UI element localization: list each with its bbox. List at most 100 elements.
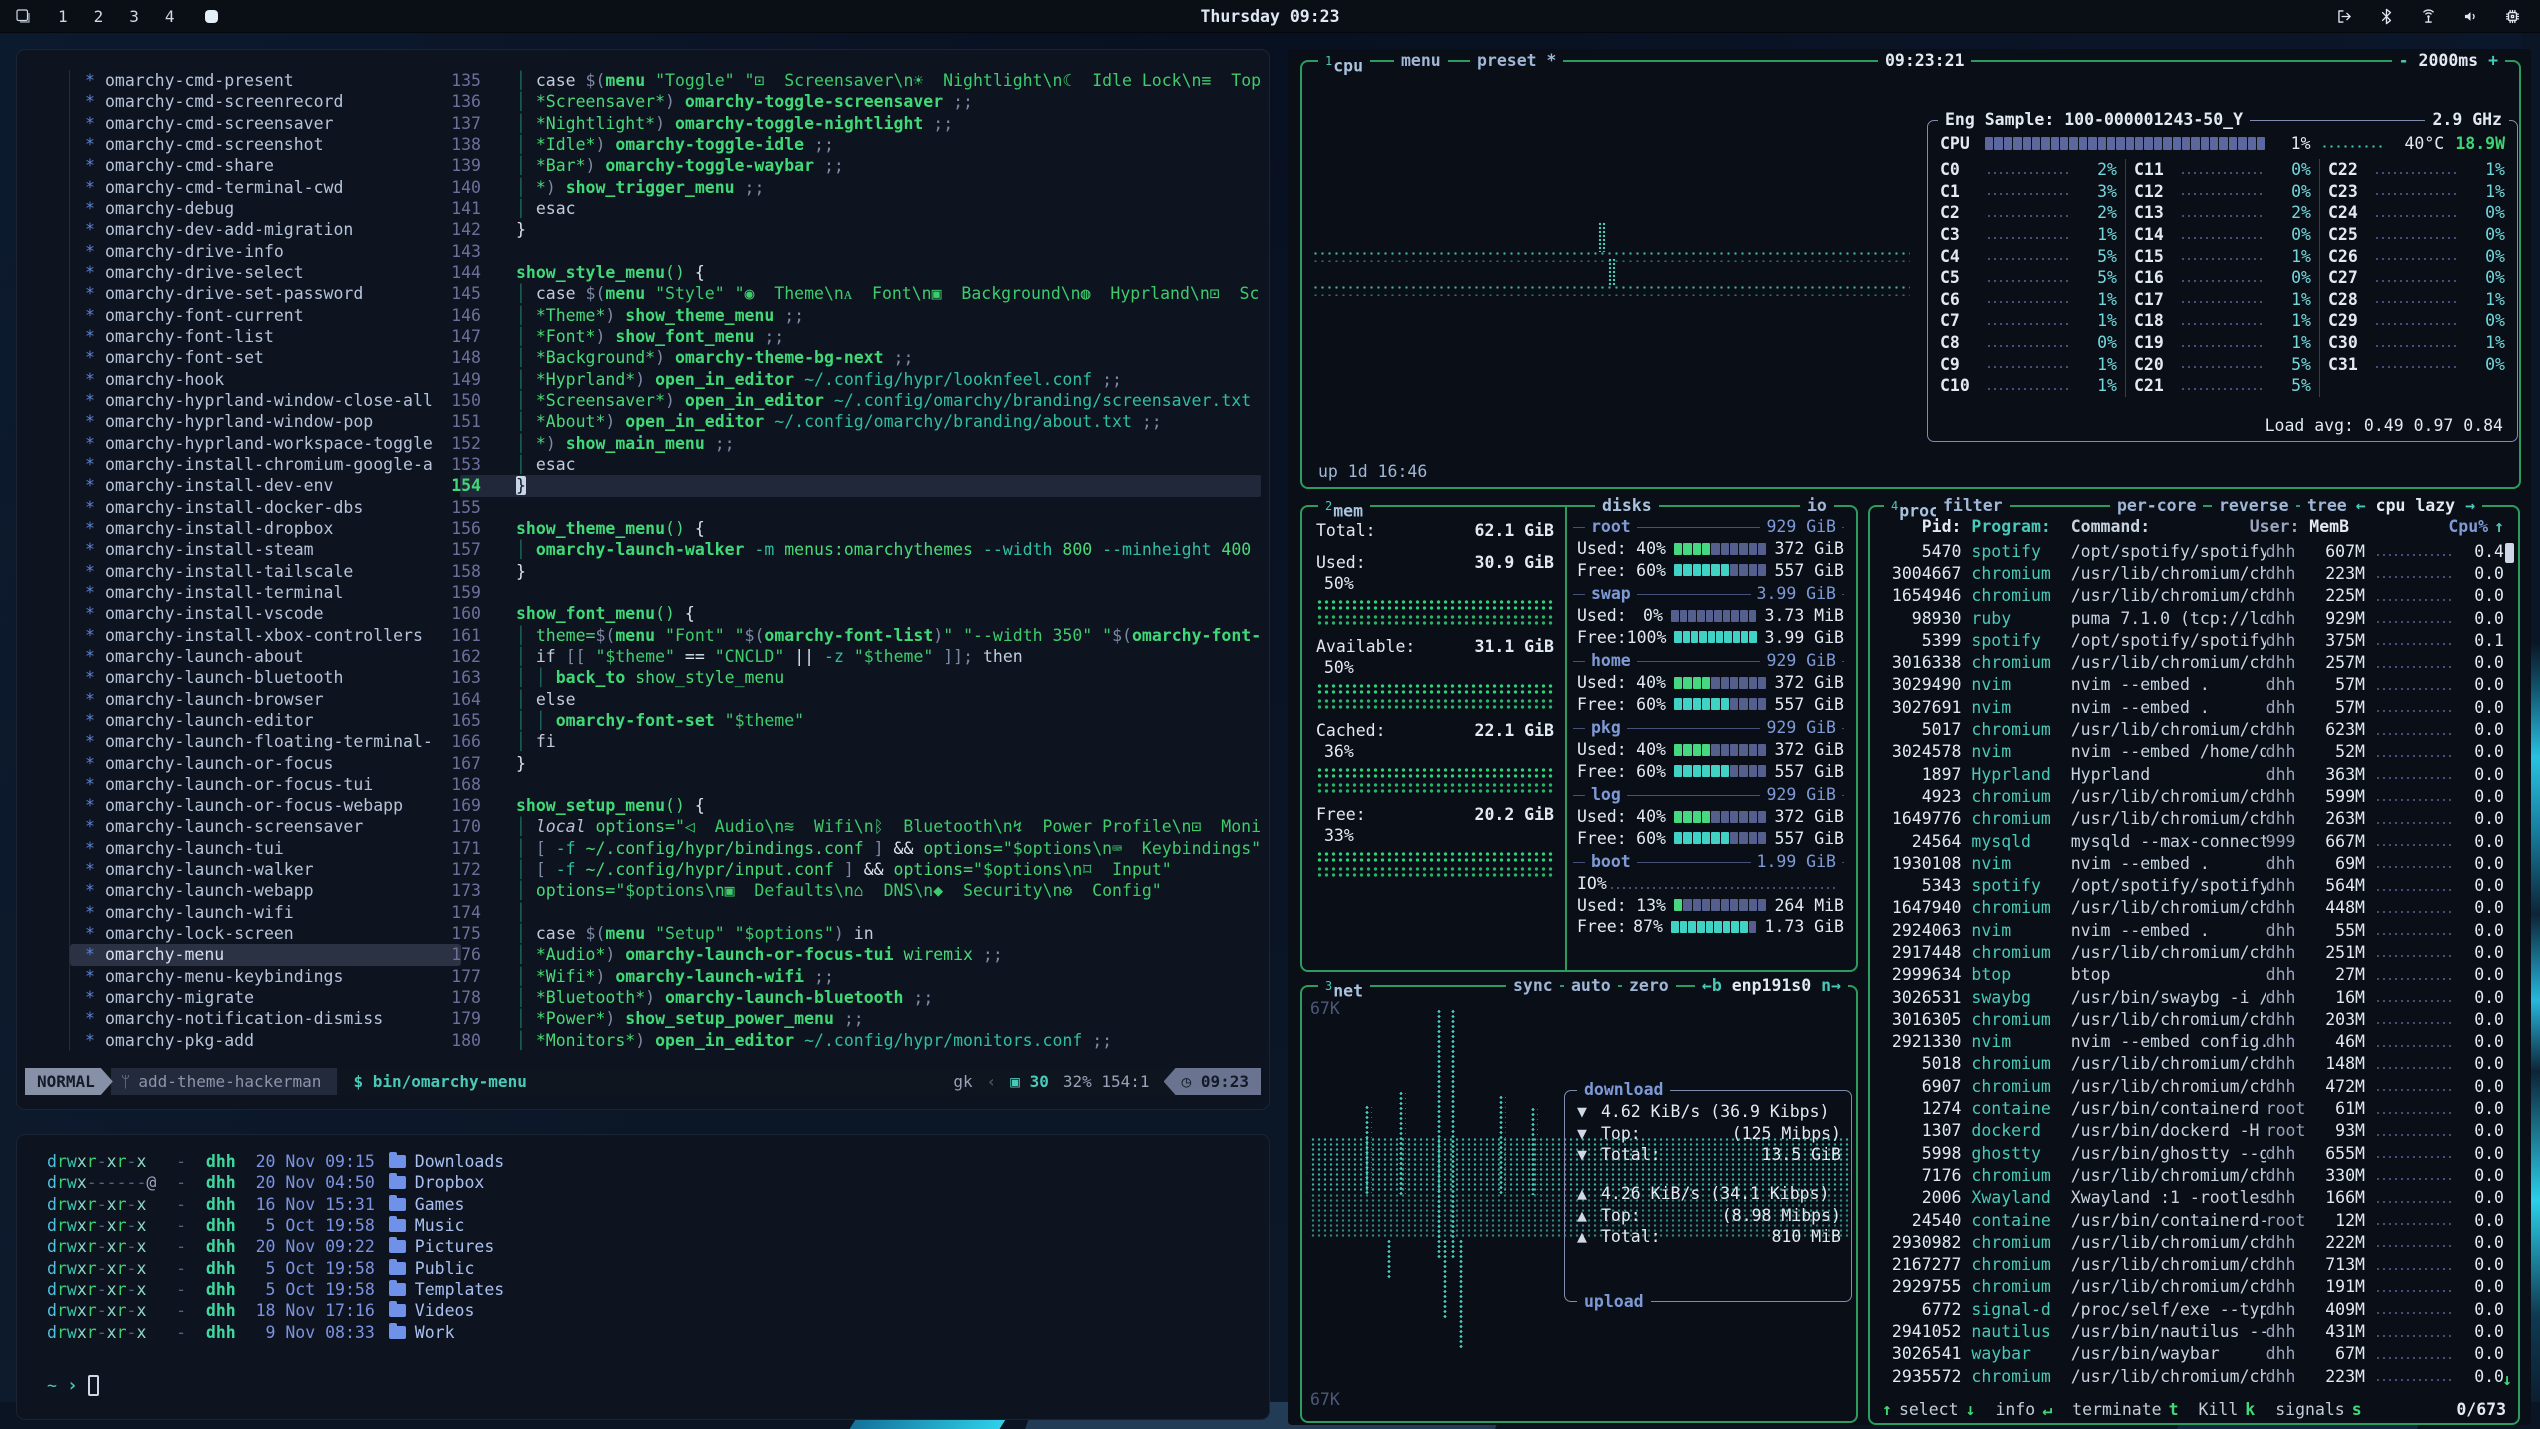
code-line[interactable]: 165│ │ omarchy-font-set "$theme" <box>17 710 1261 731</box>
process-row[interactable]: 1274containe/usr/bin/containerdroot61M0.… <box>1882 1097 2504 1119</box>
footer-action[interactable]: Killk <box>2199 1400 2256 1419</box>
code-line[interactable]: 147│ *Font*) show_font_menu ;; <box>17 326 1261 347</box>
bluetooth-icon[interactable] <box>2377 7 2396 26</box>
process-row[interactable]: 5343spotify/opt/spotify/spotifydhh564M0.… <box>1882 874 2504 896</box>
process-row[interactable]: 1930108nvimnvim --embed .dhh69M0.0 <box>1882 852 2504 874</box>
process-row[interactable]: 2167277chromium/usr/lib/chromium/chromdh… <box>1882 1254 2504 1276</box>
process-row[interactable]: 5017chromium/usr/lib/chromium/chromdhh62… <box>1882 718 2504 740</box>
code-line[interactable]: 149│ *Hyprland*) open_in_editor ~/.confi… <box>17 369 1261 390</box>
cpu-panel-title[interactable]: 1cpu <box>1318 50 1370 72</box>
code-line[interactable]: 150│ *Screensaver*) open_in_editor ~/.co… <box>17 390 1261 411</box>
code-line[interactable]: 146│ *Theme*) show_theme_menu ;; <box>17 305 1261 326</box>
code-line[interactable]: 158} <box>17 561 1261 582</box>
process-row[interactable]: 2941052nautilus/usr/bin/nautilus --gapdh… <box>1882 1320 2504 1342</box>
directory-name[interactable]: Dropbox <box>415 1172 485 1193</box>
process-row[interactable]: 6772signal-d/proc/self/exe --type=rdhh40… <box>1882 1298 2504 1320</box>
code-line[interactable]: 139│ *Bar*) omarchy-toggle-waybar ;; <box>17 155 1261 176</box>
code-line[interactable]: 168 <box>17 774 1261 795</box>
process-row[interactable]: 2935572chromium/usr/lib/chromium/chromdh… <box>1882 1365 2504 1387</box>
process-row[interactable]: 2917448chromium/usr/lib/chromium/chromdh… <box>1882 941 2504 963</box>
process-row[interactable]: 24540containe/usr/bin/containerd-shiroot… <box>1882 1209 2504 1231</box>
tree-button[interactable]: tree <box>2300 495 2354 517</box>
code-line[interactable]: 155 <box>17 497 1261 518</box>
preset-button[interactable]: preset * <box>1470 50 1563 72</box>
menu-button[interactable]: menu <box>1394 50 1448 72</box>
code-line[interactable]: 161│ theme=$(menu "Font" "$(omarchy-font… <box>17 625 1261 646</box>
code-line[interactable]: 179│ *Power*) show_setup_power_menu ;; <box>17 1008 1261 1029</box>
code-line[interactable]: 145│ case $(menu "Style" "◉ Theme\nᴀ Fon… <box>17 283 1261 304</box>
footer-action[interactable]: info↵ <box>1995 1400 2052 1419</box>
code-line[interactable]: 140│ *) show_trigger_menu ;; <box>17 177 1261 198</box>
code-line[interactable]: 154} <box>17 475 1261 496</box>
directory-name[interactable]: Videos <box>415 1300 475 1321</box>
code-line[interactable]: 170│ local options="◁ Audio\n≋ Wifi\nᛒ B… <box>17 816 1261 837</box>
network-interface[interactable]: ←b enp191s0 n→ <box>1695 975 1848 997</box>
col-program[interactable]: Program: <box>1971 517 2060 536</box>
process-row[interactable]: 5470spotify/opt/spotify/spotify --dhh607… <box>1882 540 2504 562</box>
code-line[interactable]: 148│ *Background*) omarchy-theme-bg-next… <box>17 347 1261 368</box>
net-panel-title[interactable]: 3net <box>1318 975 1370 997</box>
code-line[interactable]: 162│ if [[ "$theme" == "CNCLD" || -z "$t… <box>17 646 1261 667</box>
process-row[interactable]: 3016338chromium/usr/lib/chromium/chromdh… <box>1882 651 2504 673</box>
col-pid[interactable]: Pid: <box>1882 517 1961 536</box>
directory-name[interactable]: Public <box>415 1258 475 1279</box>
process-row[interactable]: 2929755chromium/usr/lib/chromium/chromdh… <box>1882 1276 2504 1298</box>
process-row[interactable]: 3004667chromium/usr/lib/chromium/chromdh… <box>1882 562 2504 584</box>
code-line[interactable]: 153│ esac <box>17 454 1261 475</box>
directory-name[interactable]: Pictures <box>415 1236 494 1257</box>
process-row[interactable]: 1647940chromium/usr/lib/chromium/chromdh… <box>1882 897 2504 919</box>
sync-button[interactable]: sync <box>1506 975 1560 997</box>
scrollbar-thumb[interactable] <box>2505 543 2514 563</box>
process-row[interactable]: 98930rubypuma 7.1.0 (tcp://localdhh929M0… <box>1882 607 2504 629</box>
process-row[interactable]: 7176chromium/usr/lib/chromium/chromdhh33… <box>1882 1164 2504 1186</box>
code-line[interactable]: 175│ case $(menu "Setup" "$options") in <box>17 923 1261 944</box>
scroll-down-icon[interactable]: ↓ <box>2502 1370 2512 1389</box>
code-line[interactable]: 163│ │ back_to show_style_menu <box>17 667 1261 688</box>
filter-button[interactable]: filter <box>1936 495 2010 517</box>
process-row[interactable]: 1897HyprlandHyprlanddhh363M0.0 <box>1882 763 2504 785</box>
process-row[interactable]: 4923chromium/usr/lib/chromium/chromdhh59… <box>1882 785 2504 807</box>
process-row[interactable]: 1649776chromium/usr/lib/chromium/chromdh… <box>1882 808 2504 830</box>
directory-name[interactable]: Games <box>415 1194 465 1215</box>
logout-icon[interactable] <box>2335 7 2354 26</box>
col-command[interactable]: Command: <box>2071 517 2250 536</box>
process-row[interactable]: 3026531swaybg/usr/bin/swaybg -i /homdhh1… <box>1882 986 2504 1008</box>
code-line[interactable]: 152│ *) show_main_menu ;; <box>17 433 1261 454</box>
code-line[interactable]: 160show_font_menu() { <box>17 603 1261 624</box>
process-row[interactable]: 1307dockerd/usr/bin/dockerd -H fd:root93… <box>1882 1120 2504 1142</box>
volume-icon[interactable] <box>2461 7 2480 26</box>
code-line[interactable]: 141│ esac <box>17 198 1261 219</box>
per-core-button[interactable]: per-core <box>2110 495 2203 517</box>
process-row[interactable]: 3029490nvimnvim --embed .dhh57M0.0 <box>1882 674 2504 696</box>
col-cpu[interactable]: Cpu% <box>2448 517 2488 536</box>
network-icon[interactable] <box>2419 7 2438 26</box>
code-line[interactable]: 138│ *Idle*) omarchy-toggle-idle ;; <box>17 134 1261 155</box>
update-interval[interactable]: - 2000ms + <box>2392 50 2505 72</box>
process-row[interactable]: 5399spotify/opt/spotify/spotify --dhh375… <box>1882 629 2504 651</box>
cpu-icon[interactable] <box>2503 7 2522 26</box>
footer-action[interactable]: terminatet <box>2072 1400 2178 1419</box>
process-row[interactable]: 2921330nvimnvim --embed config.jsodhh46M… <box>1882 1031 2504 1053</box>
code-line[interactable]: 136│ *Screensaver*) omarchy-toggle-scree… <box>17 91 1261 112</box>
code-line[interactable]: 173│ options="$options\n▣ Defaults\n⌂ DN… <box>17 880 1261 901</box>
code-line[interactable]: 157│ omarchy-launch-walker -m menus:omar… <box>17 539 1261 560</box>
code-line[interactable]: 159 <box>17 582 1261 603</box>
process-row[interactable]: 6907chromium/usr/lib/chromium/chromdhh47… <box>1882 1075 2504 1097</box>
process-row[interactable]: 3024578nvimnvim --embed /home/dhh/dhh52M… <box>1882 741 2504 763</box>
code-line[interactable]: 177│ *Wifi*) omarchy-launch-wifi ;; <box>17 966 1261 987</box>
mem-panel-title[interactable]: 2mem <box>1318 495 1370 517</box>
code-line[interactable]: 180│ *Monitors*) open_in_editor ~/.confi… <box>17 1030 1261 1051</box>
process-row[interactable]: 5998ghostty/usr/bin/ghostty --gtk-dhh655… <box>1882 1142 2504 1164</box>
process-row[interactable]: 5018chromium/usr/lib/chromium/chromdhh14… <box>1882 1053 2504 1075</box>
process-row[interactable]: 3027691nvimnvim --embed .dhh57M0.0 <box>1882 696 2504 718</box>
process-row[interactable]: 3016305chromium/usr/lib/chromium/chromdh… <box>1882 1008 2504 1030</box>
code-line[interactable]: 171│ [ -f ~/.config/hypr/bindings.conf ]… <box>17 838 1261 859</box>
directory-name[interactable]: Work <box>415 1322 455 1343</box>
code-line[interactable]: 167} <box>17 753 1261 774</box>
process-row[interactable]: 2930982chromium/usr/lib/chromium/chromdh… <box>1882 1231 2504 1253</box>
sort-selector[interactable]: ← cpu lazy → <box>2349 495 2482 517</box>
process-row[interactable]: 3026541waybar/usr/bin/waybardhh67M0.0 <box>1882 1343 2504 1365</box>
footer-action[interactable]: ↑select↓ <box>1882 1400 1975 1419</box>
code-line[interactable]: 156show_theme_menu() { <box>17 518 1261 539</box>
directory-name[interactable]: Downloads <box>415 1151 504 1172</box>
